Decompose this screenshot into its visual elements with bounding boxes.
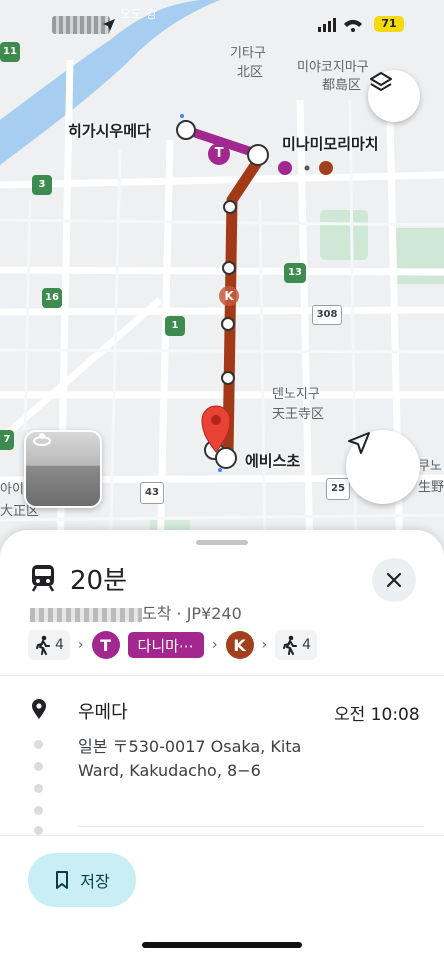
location-arrow-icon [103,19,115,31]
signal-wifi-icon [318,18,362,32]
walk-icon [36,635,50,655]
trip-duration: 20분 [70,565,128,596]
street-view-thumbnail[interactable] [24,430,102,508]
route-badge: 25 [326,478,350,500]
map-label-higashi-umeda: 히가시우메다 [68,122,151,140]
save-label: 저장 [80,872,110,891]
map-label-ikuno: 生野 [418,480,444,495]
arrival-fare: 도착 · JP¥240 [30,600,242,624]
map-label-tennoji: 天王寺区 [272,407,325,422]
map-line-t-badge: T [208,143,230,165]
map-label-ebisucho: 에비스초 [245,452,301,470]
rotate-360-icon [33,433,51,446]
chevron-right-icon: › [77,637,84,653]
chevron-right-icon: › [261,637,268,653]
timeline-dot [34,784,43,793]
save-button[interactable]: 저장 [28,853,136,907]
divider [0,675,444,676]
route-badge: 16 [42,288,62,308]
origin-stop-name[interactable]: 우메다 [78,698,128,724]
route-badge: 13 [284,263,306,283]
route-badge: 308 [312,305,342,325]
map-label-kita: 北区 [237,65,264,80]
layers-button[interactable] [368,70,420,122]
layers-icon [370,72,392,91]
map-label-kita-kr: 기타구 [230,46,266,61]
battery-level: 71 [381,17,397,30]
arrival-fare-text: 도착 · JP¥240 [142,604,242,623]
sakaisuji-line-icon: K [225,631,254,659]
train-icon [31,565,55,592]
walk-minutes: 4 [55,637,64,653]
home-indicator[interactable] [142,942,302,948]
timeline-dot [34,826,43,835]
tanimachi-line-icon: T [91,631,120,659]
close-icon [386,572,402,588]
battery-indicator: 71 [374,16,404,32]
timeline-dot [34,762,43,771]
walk-minutes: 4 [302,637,312,653]
route-badge: 1 [165,316,185,336]
map-label-ikuno-kr: 쿠노 [418,459,442,474]
walk-step: 4 [28,630,70,660]
route-badge: 7 [0,430,14,450]
route-badge: 43 [140,482,164,504]
map-label-miyakojima: 都島区 [322,78,362,93]
timeline-dot [34,740,43,749]
location-pin-icon [32,699,46,719]
route-steps[interactable]: 4 › T 다니마⋯ › K › 4 [28,630,318,660]
map-label-ai: 아이 [0,482,24,497]
map-label-tennoji-kr: 덴노지구 [272,387,320,402]
bottom-action-bar: 저장 [0,835,444,961]
route-badge: 3 [32,175,52,195]
tanimachi-line-chip: 다니마⋯ [127,632,204,658]
chevron-right-icon: › [211,637,218,653]
close-button[interactable] [372,558,416,602]
origin-address: 일본 〒530-0017 Osaka, Kita Ward, Kakudacho… [78,737,302,780]
navigation-arrow-icon [348,432,370,454]
sheet-drag-handle[interactable] [196,540,248,545]
timeline-dot [34,806,43,815]
walk-step: 4 [275,630,318,660]
map-label-miyakojima-kr: 미야코지마구 [297,60,369,75]
origin-departure-time: 오전 10:08 [334,705,420,725]
bookmark-icon [56,871,69,889]
divider [78,826,424,827]
navigate-button[interactable] [346,430,420,504]
map-line-k-badge: K [224,289,234,303]
route-badge: 11 [0,42,20,62]
status-bar: 71 [0,14,444,38]
map-view[interactable]: T K 11 3 16 1 13 308 7 43 25 오도 강 기타구 北区… [0,0,444,560]
map-label-minami-morimachi: 미나미모리마치 [282,135,379,153]
walk-icon [283,635,298,655]
arrival-time-blurred [30,607,142,622]
trip-summary: 20분 [30,560,127,596]
